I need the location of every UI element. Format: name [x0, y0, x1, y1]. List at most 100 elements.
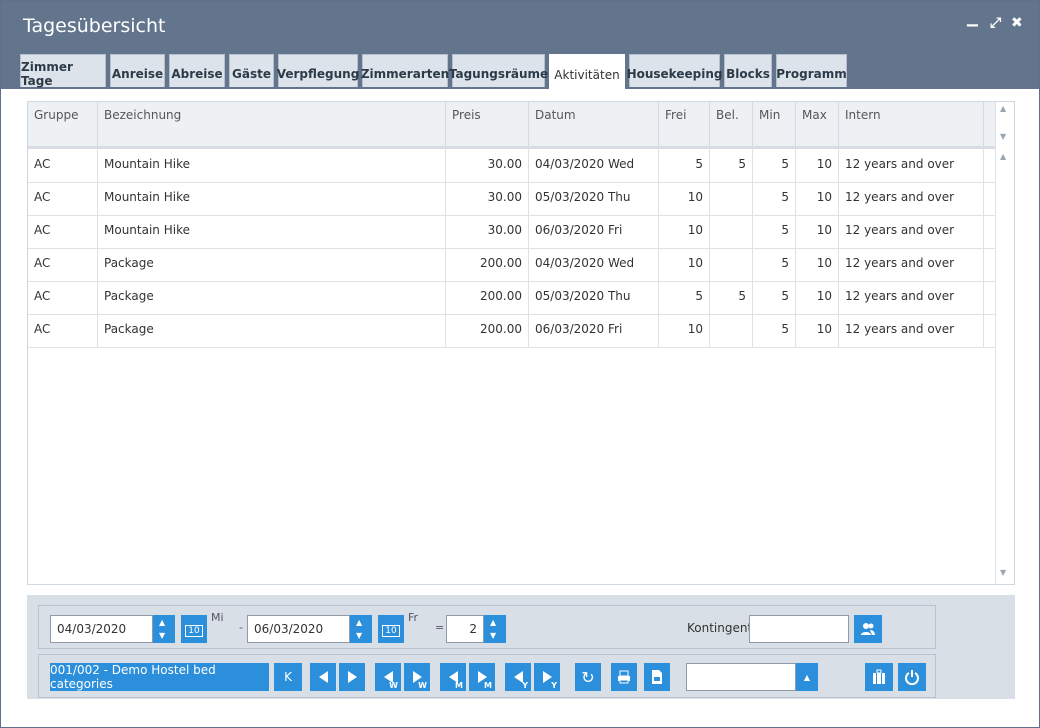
next-year-button[interactable]: Y: [534, 663, 560, 691]
column-header-gruppe[interactable]: Gruppe: [28, 102, 98, 146]
column-header-bezeichnung[interactable]: Bezeichnung: [98, 102, 446, 146]
cell-bel: [710, 182, 753, 215]
vertical-scrollbar[interactable]: ▲ ▼ ▲ ▼: [995, 102, 1014, 584]
tab-programm[interactable]: Programm: [776, 54, 847, 87]
tab-aktivitaeten[interactable]: Aktivitäten: [549, 54, 625, 89]
calendar-icon[interactable]: 10: [378, 615, 404, 643]
cell-datum: 06/03/2020 Fri: [529, 314, 659, 347]
close-icon[interactable]: ✖: [1011, 15, 1023, 31]
minimize-icon[interactable]: ▁: [967, 11, 978, 27]
previous-year-button[interactable]: Y: [505, 663, 531, 691]
stepper-up-icon[interactable]: ▲: [490, 618, 496, 627]
category-button[interactable]: 001/002 - Demo Hostel bed categories: [50, 663, 269, 691]
date-to-stepper[interactable]: ▲ ▼: [350, 615, 372, 643]
kontingent-input[interactable]: [749, 615, 849, 643]
cell-frei: 10: [659, 215, 710, 248]
cell-min: 5: [753, 215, 796, 248]
tab-verpflegung[interactable]: Verpflegung: [277, 54, 359, 87]
table-row[interactable]: AC Mountain Hike 30.00 05/03/2020 Thu 10 5 10 1…: [28, 182, 995, 216]
cell-max: 10: [796, 281, 839, 314]
next-day-button[interactable]: [339, 663, 365, 691]
print-icon[interactable]: [611, 663, 637, 691]
cell-min: 5: [753, 314, 796, 347]
cell-min: 5: [753, 149, 796, 182]
day-overview-window: Tagesübersicht ▁ ⤢ ✖ Zimmer Tage Anreise…: [0, 0, 1040, 728]
table-row[interactable]: AC Mountain Hike 30.00 04/03/2020 Wed 5 5 5 10 1…: [28, 149, 995, 183]
days-count-input[interactable]: 2: [446, 615, 484, 643]
chevron-up-icon[interactable]: ▲: [796, 663, 818, 691]
cell-gruppe: AC: [28, 149, 98, 182]
cell-bel: 5: [710, 149, 753, 182]
title-bar: Tagesübersicht ▁ ⤢ ✖ Zimmer Tage Anreise…: [1, 1, 1039, 89]
previous-week-button[interactable]: W: [375, 663, 401, 691]
cell-intern: 12 years and over: [839, 248, 984, 281]
previous-month-button[interactable]: M: [440, 663, 466, 691]
cell-max: 10: [796, 314, 839, 347]
selection-dropdown[interactable]: [686, 663, 796, 691]
cell-bel: [710, 248, 753, 281]
scroll-up-icon[interactable]: ▲: [1000, 104, 1006, 113]
cell-frei: 10: [659, 314, 710, 347]
cell-intern: 12 years and over: [839, 314, 984, 347]
scroll-down-icon[interactable]: ▼: [1000, 132, 1006, 141]
k-button[interactable]: K: [274, 663, 302, 691]
column-header-preis[interactable]: Preis: [446, 102, 529, 146]
table-row[interactable]: AC Package 200.00 04/03/2020 Wed 10 5 10 12 yea…: [28, 248, 995, 282]
arrow-left-icon: [318, 671, 328, 683]
cell-frei: 5: [659, 281, 710, 314]
cell-frei: 10: [659, 248, 710, 281]
scroll-up-icon[interactable]: ▲: [1000, 152, 1006, 161]
column-header-intern[interactable]: Intern: [839, 102, 984, 146]
date-from-input[interactable]: 04/03/2020: [50, 615, 153, 643]
cell-min: 5: [753, 281, 796, 314]
maximize-icon[interactable]: ⤢: [990, 15, 1001, 31]
cell-intern: 12 years and over: [839, 215, 984, 248]
tab-abreise[interactable]: Abreise: [169, 54, 225, 87]
column-header-datum[interactable]: Datum: [529, 102, 659, 146]
activities-grid: Gruppe Bezeichnung Preis Datum Frei Bel.…: [27, 101, 1015, 585]
column-header-frei[interactable]: Frei: [659, 102, 710, 146]
cell-datum: 06/03/2020 Fri: [529, 215, 659, 248]
luggage-icon[interactable]: [865, 663, 893, 691]
table-row[interactable]: AC Package 200.00 05/03/2020 Thu 5 5 5 10 12 yea…: [28, 281, 995, 315]
stepper-down-icon[interactable]: ▼: [356, 631, 362, 640]
cell-preis: 30.00: [446, 215, 529, 248]
tab-housekeeping[interactable]: Housekeeping: [627, 54, 722, 87]
users-icon[interactable]: [854, 615, 882, 643]
column-header-bel[interactable]: Bel.: [710, 102, 753, 146]
stepper-up-icon[interactable]: ▲: [356, 618, 362, 627]
date-from-stepper[interactable]: ▲ ▼: [153, 615, 175, 643]
footer-toolbar: 04/03/2020 ▲ ▼ 10 Mi - 06/03/2020 ▲ ▼ 10 F…: [27, 595, 1015, 699]
tab-zimmer-tage[interactable]: Zimmer Tage: [20, 54, 106, 88]
document-icon[interactable]: [644, 663, 670, 691]
tab-gaeste[interactable]: Gäste: [229, 54, 274, 87]
power-icon[interactable]: [898, 663, 926, 691]
tab-blocks[interactable]: Blocks: [724, 54, 772, 87]
tab-zimmerarten[interactable]: Zimmerarten: [361, 54, 449, 87]
previous-day-button[interactable]: [310, 663, 336, 691]
stepper-up-icon[interactable]: ▲: [159, 618, 165, 627]
next-week-button[interactable]: W: [404, 663, 430, 691]
tab-tagungsraeume[interactable]: Tagungsräume: [449, 54, 548, 87]
column-header-min[interactable]: Min: [753, 102, 796, 146]
cell-max: 10: [796, 182, 839, 215]
days-count-stepper[interactable]: ▲ ▼: [484, 615, 506, 643]
stepper-down-icon[interactable]: ▼: [490, 631, 496, 640]
date-to-input[interactable]: 06/03/2020: [247, 615, 350, 643]
grid-header: Gruppe Bezeichnung Preis Datum Frei Bel.…: [28, 102, 995, 149]
table-row[interactable]: AC Mountain Hike 30.00 06/03/2020 Fri 10 5 10 1…: [28, 215, 995, 249]
cell-preis: 30.00: [446, 182, 529, 215]
next-month-button[interactable]: M: [469, 663, 495, 691]
refresh-icon[interactable]: ↻: [575, 663, 601, 691]
table-row[interactable]: AC Package 200.00 06/03/2020 Fri 10 5 10 12 yea…: [28, 314, 995, 348]
scroll-down-icon[interactable]: ▼: [1000, 568, 1006, 577]
cell-bezeichnung: Package: [98, 314, 446, 347]
cell-bel: [710, 215, 753, 248]
stepper-down-icon[interactable]: ▼: [159, 631, 165, 640]
calendar-icon[interactable]: 10: [181, 615, 207, 643]
tab-anreise[interactable]: Anreise: [110, 54, 165, 87]
window-title: Tagesübersicht: [23, 15, 166, 37]
cell-bel: 5: [710, 281, 753, 314]
column-header-max[interactable]: Max: [796, 102, 839, 146]
cell-datum: 05/03/2020 Thu: [529, 281, 659, 314]
